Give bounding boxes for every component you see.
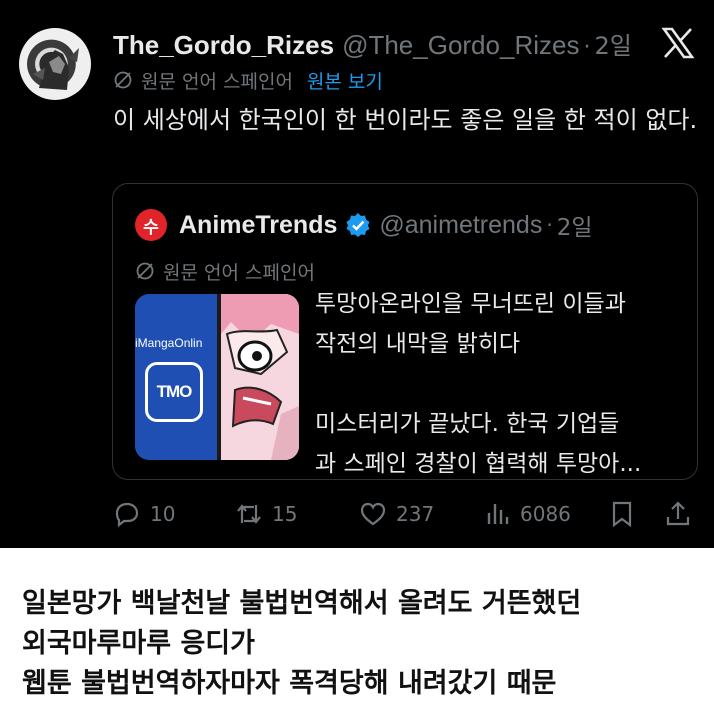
quoted-translation-info: 원문 언어 스페인어 bbox=[135, 258, 315, 284]
quoted-avatar-text: 수 bbox=[143, 217, 159, 238]
like-button[interactable]: 237 bbox=[358, 496, 434, 532]
repost-icon bbox=[237, 504, 261, 524]
caption-line: 외국마루마루 응디가 bbox=[22, 628, 255, 659]
views-count: 6086 bbox=[520, 502, 571, 526]
verified-badge-icon bbox=[346, 213, 370, 237]
bookmark-icon bbox=[612, 501, 632, 528]
tweet-card[interactable]: The_Gordo_Rizes @The_Gordo_Rizes · 2일 원문… bbox=[0, 0, 714, 548]
tmo-logo: TMO bbox=[145, 362, 203, 422]
show-original-link[interactable]: 원본 보기 bbox=[307, 67, 383, 94]
like-count: 237 bbox=[396, 502, 435, 526]
quoted-text-line: 미스터리가 끝났다. 한국 기업들 bbox=[315, 411, 620, 437]
caption-line: 웹툰 불법번역하자마자 폭격당해 내려갔기 때문 bbox=[22, 668, 557, 699]
article-thumbnail[interactable]: iMangaOnlin TMO bbox=[135, 294, 299, 460]
quoted-author-handle[interactable]: @animetrends bbox=[379, 211, 542, 240]
quoted-text-line: 과 스페인 경찰이 협력해 투망아... bbox=[315, 451, 642, 477]
tmo-panel: iMangaOnlin TMO bbox=[135, 294, 217, 460]
globe-slash-icon bbox=[136, 262, 154, 280]
source-language: 원문 언어 스페인어 bbox=[141, 70, 293, 93]
quoted-tweet-header: 수 AnimeTrends @animetrends · 2일 bbox=[135, 208, 593, 242]
tweet-header: The_Gordo_Rizes @The_Gordo_Rizes · 2일 bbox=[113, 26, 632, 60]
tweet-text: 이 세상에서 한국인이 한 번이라도 좋은 일을 한 적이 없다. bbox=[113, 106, 698, 134]
manga-character-image bbox=[221, 294, 299, 460]
author-handle[interactable]: @The_Gordo_Rizes bbox=[342, 30, 579, 61]
repost-count: 15 bbox=[272, 502, 298, 526]
x-logo-icon[interactable] bbox=[661, 26, 695, 60]
bookmark-button[interactable] bbox=[607, 496, 645, 532]
repost-button[interactable]: 15 bbox=[234, 496, 297, 532]
globe-slash-icon bbox=[114, 71, 132, 89]
caption-line: 일본망가 백날천날 불법번역해서 올려도 거뜬했던 bbox=[22, 588, 582, 619]
quoted-author-name[interactable]: AnimeTrends bbox=[179, 211, 337, 240]
quoted-tweet[interactable]: 수 AnimeTrends @animetrends · 2일 원문 언어 스페… bbox=[112, 183, 698, 480]
reply-icon bbox=[115, 502, 139, 528]
like-icon bbox=[360, 502, 386, 526]
tweet-age[interactable]: 2일 bbox=[594, 26, 631, 61]
quoted-author-avatar[interactable]: 수 bbox=[135, 209, 167, 241]
translation-info: 원문 언어 스페인어 원본 보기 bbox=[113, 66, 383, 94]
views-icon bbox=[487, 504, 509, 524]
share-icon bbox=[666, 501, 690, 526]
quoted-tweet-text: 투망아온라인을 무너뜨린 이들과 작전의 내막을 밝히다 미스터리가 끝났다. … bbox=[315, 284, 685, 484]
tmo-logo-text: TMO bbox=[156, 382, 193, 401]
share-button[interactable] bbox=[663, 496, 701, 532]
separator-dot: · bbox=[583, 35, 591, 60]
quoted-tweet-age[interactable]: 2일 bbox=[557, 208, 593, 242]
reply-count: 10 bbox=[150, 502, 176, 526]
avatar-image bbox=[33, 48, 79, 90]
action-bar: 10 15 237 6086 bbox=[110, 496, 700, 532]
views-button[interactable]: 6086 bbox=[482, 496, 571, 532]
separator-dot: · bbox=[546, 213, 553, 237]
quoted-text-line: 작전의 내막을 밝히다 bbox=[315, 331, 521, 357]
quoted-text-line: 투망아온라인을 무너뜨린 이들과 bbox=[315, 291, 626, 317]
manga-panel bbox=[221, 294, 299, 460]
avatar[interactable] bbox=[19, 28, 91, 100]
reply-button[interactable]: 10 bbox=[112, 496, 175, 532]
caption-text: 일본망가 백날천날 불법번역해서 올려도 거뜬했던 외국마루마루 응디가 웹툰 … bbox=[22, 584, 702, 704]
author-name[interactable]: The_Gordo_Rizes bbox=[113, 30, 334, 61]
quoted-source-language: 원문 언어 스페인어 bbox=[163, 261, 315, 284]
thumbnail-brand-text: iMangaOnlin bbox=[135, 336, 203, 350]
